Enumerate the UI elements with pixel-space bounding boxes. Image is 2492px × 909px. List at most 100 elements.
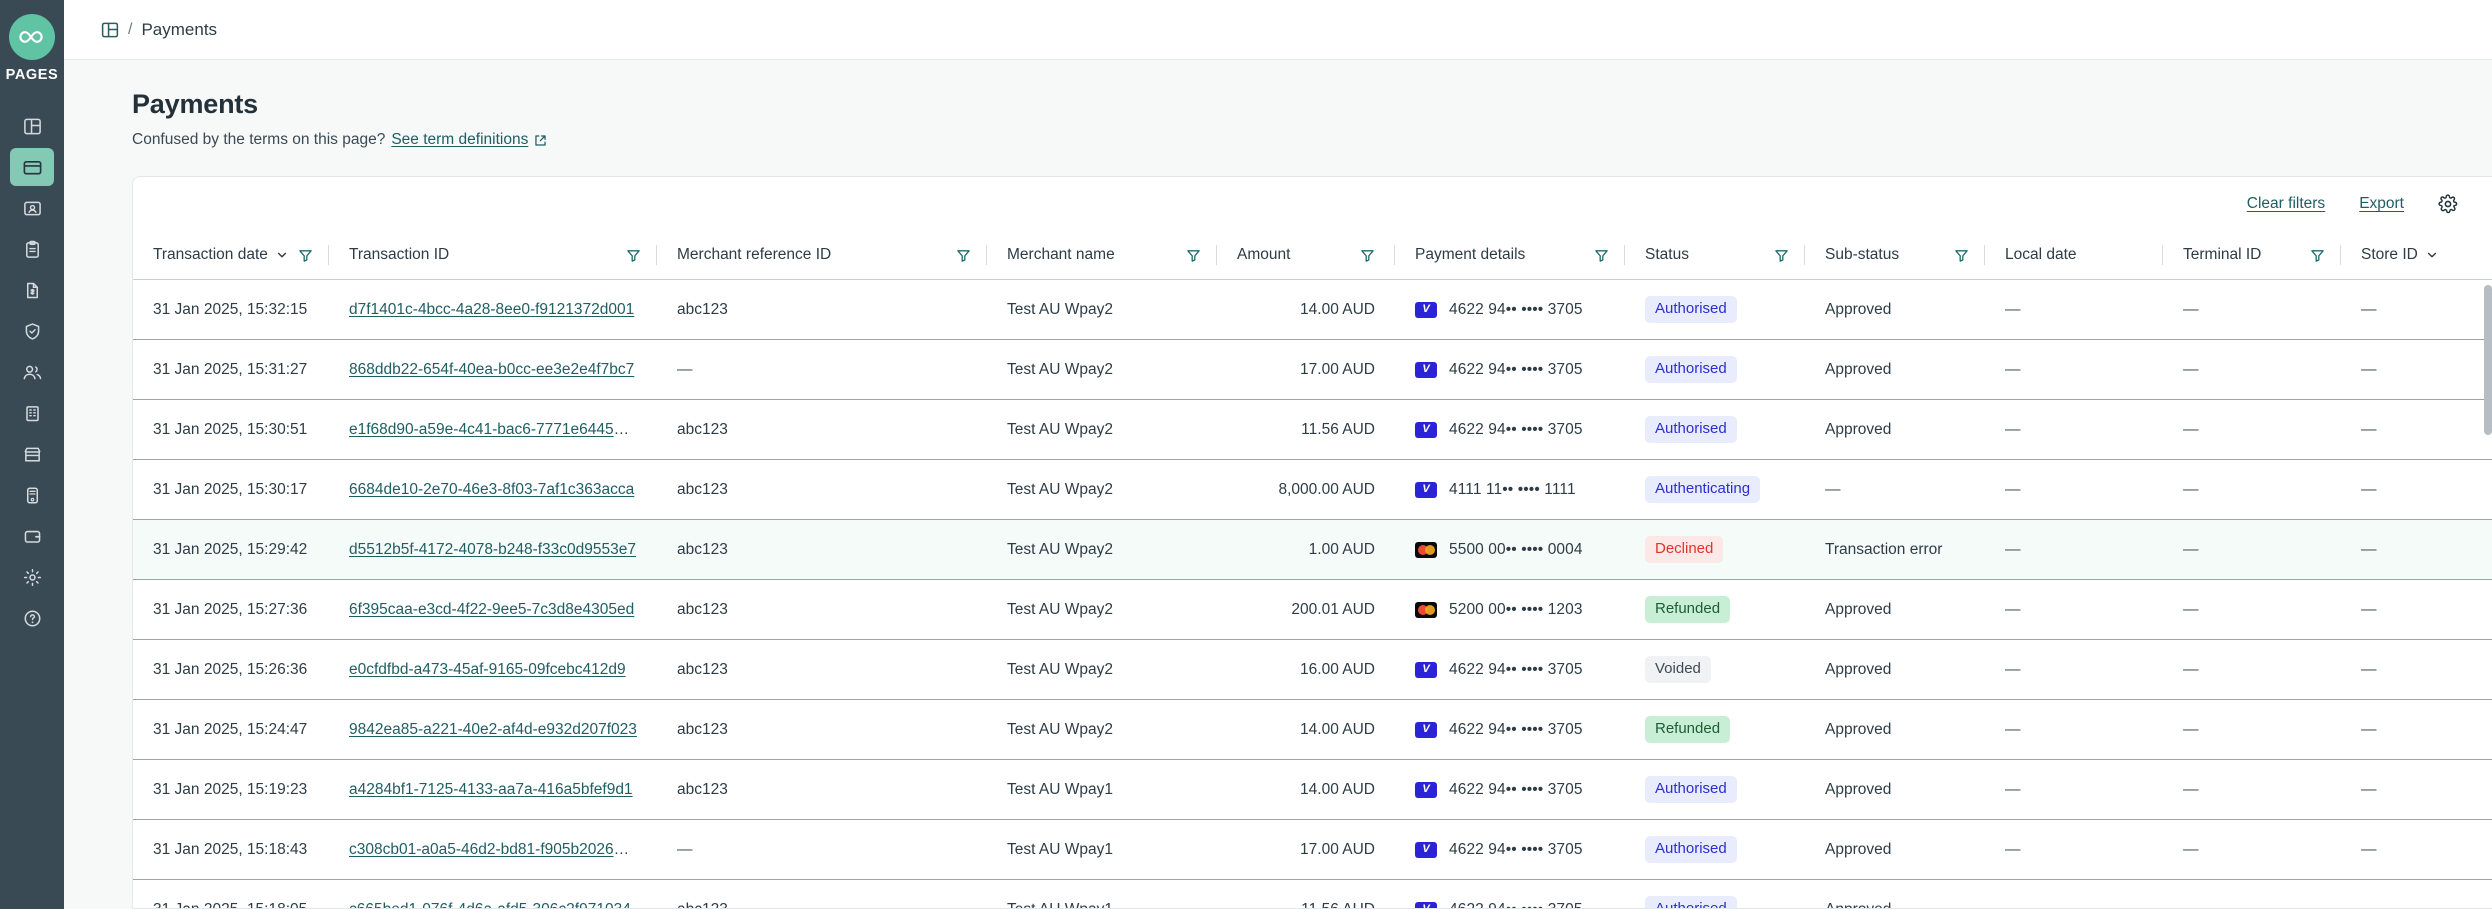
status-badge: Authorised [1645, 356, 1737, 383]
table-row[interactable]: 31 Jan 2025, 15:29:42 d5512b5f-4172-4078-… [133, 519, 2492, 580]
masked-card-number: 4622 94•• •••• 3705 [1449, 901, 1583, 909]
cell-transaction-id[interactable]: a4284bf1-7125-4133-aa7a-416a5bfef9d1 [329, 759, 657, 820]
table-row[interactable]: 31 Jan 2025, 15:31:27 868ddb22-654f-40ea-… [133, 339, 2492, 400]
cell-status: Authorised [1625, 399, 1805, 460]
column-filter-icon[interactable] [1186, 248, 1201, 263]
column-header-sub-status[interactable]: Sub-status [1805, 231, 1985, 280]
sidebar-item-stores[interactable] [10, 435, 54, 473]
transaction-id-link[interactable]: a4284bf1-7125-4133-aa7a-416a5bfef9d1 [349, 781, 633, 798]
status-badge: Authorised [1645, 776, 1737, 803]
table-row[interactable]: 31 Jan 2025, 15:32:15 d7f1401c-4bcc-4a28-… [133, 279, 2492, 340]
sidebar-item-risk[interactable] [10, 312, 54, 350]
cell-transaction-id[interactable]: d7f1401c-4bcc-4a28-8ee0-f9121372d001 [329, 279, 657, 340]
cell-transaction-id[interactable]: c308cb01-a0a5-46d2-bd81-f905b2026b31 [329, 819, 657, 880]
table-row[interactable]: 31 Jan 2025, 15:30:51 e1f68d90-a59e-4c41-… [133, 399, 2492, 460]
cell-transaction-date: 31 Jan 2025, 15:30:51 [133, 399, 329, 460]
cell-transaction-date: 31 Jan 2025, 15:29:42 [133, 519, 329, 580]
cell-transaction-id[interactable]: 6684de10-2e70-46e3-8f03-7af1c363acca [329, 459, 657, 520]
export-button[interactable]: Export [2359, 195, 2404, 213]
sidebar-item-help[interactable] [10, 599, 54, 637]
dashboard-icon [23, 117, 42, 136]
cell-transaction-id[interactable]: e1f68d90-a59e-4c41-bac6-7771e64459e0 [329, 399, 657, 460]
cell-terminal-id: — [2163, 639, 2341, 700]
column-header-label: Store ID [2361, 246, 2418, 263]
cell-terminal-id: — [2163, 459, 2341, 520]
column-filter-icon[interactable] [2310, 248, 2325, 263]
column-filter-icon[interactable] [298, 248, 313, 263]
column-header-terminal-id[interactable]: Terminal ID [2163, 231, 2341, 280]
empty-value: — [2183, 660, 2199, 678]
sidebar-item-payments[interactable] [10, 148, 54, 186]
sidebar-item-terminals[interactable] [10, 476, 54, 514]
column-filter-icon[interactable] [956, 248, 971, 263]
transaction-id-link[interactable]: c308cb01-a0a5-46d2-bd81-f905b2026b31 [349, 841, 639, 858]
column-filter-icon[interactable] [1594, 248, 1609, 263]
column-header-label: Sub-status [1825, 246, 1900, 263]
column-header-status[interactable]: Status [1625, 231, 1805, 280]
table-row[interactable]: 31 Jan 2025, 15:27:36 6f395caa-e3cd-4f22-… [133, 579, 2492, 640]
infinity-logo[interactable] [9, 14, 55, 60]
column-filter-icon[interactable] [1774, 248, 1789, 263]
cell-amount: 14.00 AUD [1217, 699, 1395, 760]
column-header-merchant-name[interactable]: Merchant name [987, 231, 1217, 280]
table-row[interactable]: 31 Jan 2025, 15:26:36 e0cfdfbd-a473-45af-… [133, 639, 2492, 700]
cell-transaction-id[interactable]: e0cfdfbd-a473-45af-9165-09fcebc412d9 [329, 639, 657, 700]
empty-value: — [2361, 360, 2377, 378]
clear-filters-button[interactable]: Clear filters [2247, 195, 2325, 213]
table-row[interactable]: 31 Jan 2025, 15:18:05 c665bed1-076f-4d6a-… [133, 879, 2492, 909]
sidebar-item-dashboard[interactable] [10, 107, 54, 145]
cell-transaction-id[interactable]: d5512b5f-4172-4078-b248-f33c0d9553e7 [329, 519, 657, 580]
column-header-transaction-id[interactable]: Transaction ID [329, 231, 657, 280]
transaction-id-link[interactable]: 9842ea85-a221-40e2-af4d-e932d207f023 [349, 721, 637, 738]
cell-terminal-id: — [2163, 759, 2341, 820]
cell-payment-details: V 4622 94•• •••• 3705 [1395, 399, 1625, 460]
transaction-id-link[interactable]: 868ddb22-654f-40ea-b0cc-ee3e2e4f7bc7 [349, 361, 634, 378]
sort-caret-icon[interactable] [2426, 249, 2438, 261]
sidebar-item-customers[interactable] [10, 189, 54, 227]
column-header-store-id[interactable]: Store ID [2341, 231, 2492, 280]
table-row[interactable]: 31 Jan 2025, 15:24:47 9842ea85-a221-40e2-… [133, 699, 2492, 760]
cell-transaction-id[interactable]: c665bed1-076f-4d6a-afd5-306c2f971034 [329, 879, 657, 909]
column-header-payment-details[interactable]: Payment details [1395, 231, 1625, 280]
table-row[interactable]: 31 Jan 2025, 15:19:23 a4284bf1-7125-4133-… [133, 759, 2492, 820]
masked-card-number: 4622 94•• •••• 3705 [1449, 720, 1583, 738]
sidebar-item-wallet[interactable] [10, 517, 54, 555]
column-header-transaction-date[interactable]: Transaction date [133, 231, 329, 280]
cell-payment-details: V 4622 94•• •••• 3705 [1395, 879, 1625, 909]
gear-icon[interactable] [2438, 194, 2458, 214]
sidebar-item-reports[interactable] [10, 230, 54, 268]
layout-icon[interactable] [101, 21, 119, 39]
transaction-id-link[interactable]: e1f68d90-a59e-4c41-bac6-7771e64459e0 [349, 421, 639, 438]
sidebar-item-organisations[interactable] [10, 394, 54, 432]
sidebar-item-settings[interactable] [10, 558, 54, 596]
cell-transaction-id[interactable]: 9842ea85-a221-40e2-af4d-e932d207f023 [329, 699, 657, 760]
table-row[interactable]: 31 Jan 2025, 15:18:43 c308cb01-a0a5-46d2-… [133, 819, 2492, 880]
vertical-scrollbar[interactable] [2484, 279, 2492, 908]
scrollbar-thumb[interactable] [2484, 285, 2492, 435]
cell-transaction-id[interactable]: 868ddb22-654f-40ea-b0cc-ee3e2e4f7bc7 [329, 339, 657, 400]
transaction-id-link[interactable]: 6684de10-2e70-46e3-8f03-7af1c363acca [349, 481, 634, 498]
cell-transaction-date: 31 Jan 2025, 15:19:23 [133, 759, 329, 820]
column-header-local-date[interactable]: Local date [1985, 231, 2163, 280]
column-filter-icon[interactable] [626, 248, 641, 263]
transaction-id-link[interactable]: d7f1401c-4bcc-4a28-8ee0-f9121372d001 [349, 301, 634, 318]
payments-table-scroll[interactable]: Transaction date Transaction ID Merchant r… [133, 231, 2492, 908]
column-filter-icon[interactable] [1360, 248, 1375, 263]
column-header-amount[interactable]: Amount [1217, 231, 1395, 280]
page-title: Payments [132, 89, 258, 119]
column-header-merchant-reference-id[interactable]: Merchant reference ID [657, 231, 987, 280]
cell-transaction-id[interactable]: 6f395caa-e3cd-4f22-9ee5-7c3d8e4305ed [329, 579, 657, 640]
transaction-id-link[interactable]: c665bed1-076f-4d6a-afd5-306c2f971034 [349, 901, 631, 909]
term-definitions-link[interactable]: See term definitions [391, 131, 547, 149]
sidebar-item-invoices[interactable] [10, 271, 54, 309]
cell-merchant-name: Test AU Wpay2 [987, 399, 1217, 460]
table-row[interactable]: 31 Jan 2025, 15:30:17 6684de10-2e70-46e3-… [133, 459, 2492, 520]
sort-caret-icon[interactable] [276, 249, 288, 261]
empty-value: — [2361, 720, 2377, 738]
transaction-id-link[interactable]: d5512b5f-4172-4078-b248-f33c0d9553e7 [349, 541, 636, 558]
transaction-id-link[interactable]: 6f395caa-e3cd-4f22-9ee5-7c3d8e4305ed [349, 601, 634, 618]
table-toolbar: Clear filters Export [133, 177, 2492, 231]
sidebar-item-users[interactable] [10, 353, 54, 391]
column-filter-icon[interactable] [1954, 248, 1969, 263]
transaction-id-link[interactable]: e0cfdfbd-a473-45af-9165-09fcebc412d9 [349, 661, 626, 678]
